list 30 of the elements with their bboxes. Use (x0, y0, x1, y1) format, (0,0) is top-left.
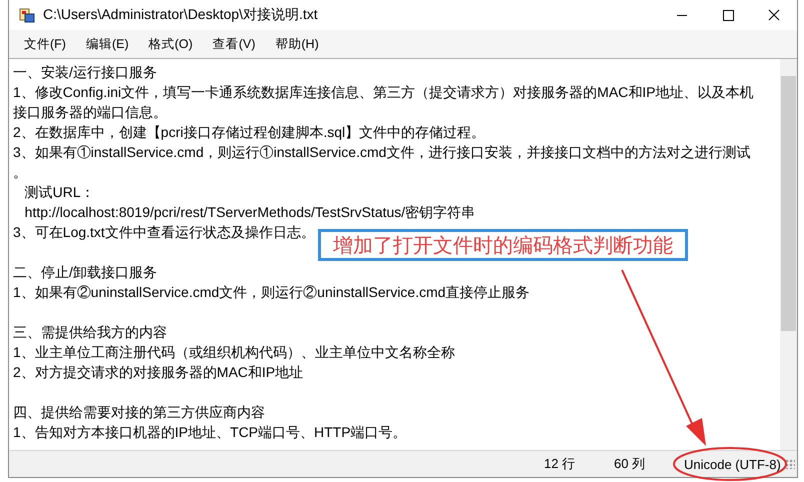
text-line: 1、业主单位工商注册代码（或组织机构代码）、业主单位中文名称全称 (13, 343, 456, 362)
column-number: 60 列 (614, 455, 646, 473)
menu-item[interactable]: 查看(V) (204, 34, 264, 54)
text-line: 2、在数据库中，创建【pcri接口存储过程创建脚本.sql】文件中的存储过程。 (13, 123, 486, 142)
text-line: 1、如果有②uninstallService.cmd文件，则运行②uninstallService.cmd直接停止服务 (13, 283, 531, 302)
menu-item[interactable]: 编辑(E) (76, 34, 138, 54)
annotation-callout: 增加了打开文件时的编码格式判断功能 (318, 229, 688, 261)
menu-item[interactable]: 文件(F) (15, 34, 75, 54)
text-line: 接口服务器的端口信息。 (13, 103, 168, 122)
text-line: 1、修改Config.ini文件，填写一卡通系统数据库连接信息、第三方（提交请求方）对接服务器的MAC和IP地址、以及本机 (13, 83, 754, 102)
text-line: 三、需提供给我方的内容 (13, 323, 168, 342)
scrollbar-thumb[interactable] (781, 76, 796, 331)
resize-grip[interactable] (785, 459, 795, 469)
text-line: 测试URL： (24, 183, 96, 202)
text-line: http://localhost:8019/pcri/rest/TServerMethods/TestSrvStatus/密钥字符串 (24, 203, 476, 222)
menu-item[interactable]: 格式(O) (140, 34, 202, 54)
notepad-icon (19, 7, 35, 23)
text-line: 3、如果有①installService.cmd，则运行①installService.cmd文件，进行接口安装，并接接口文档中的方法对之进行测试 (13, 143, 752, 162)
text-line: 二、停止/卸载接口服务 (13, 263, 158, 282)
text-line: 四、提供给需要对接的第三方供应商内容 (13, 403, 266, 422)
text-line: 3、可在Log.txt文件中查看运行状态及操作日志。 (13, 223, 316, 242)
scrollbar[interactable] (780, 59, 797, 450)
window-title: C:\Users\Administrator\Desktop\对接说明.txt (43, 6, 319, 24)
text-line: 2、对方提交请求的对接服务器的MAC和IP地址 (13, 363, 304, 382)
encoding-label: Unicode (UTF-8) (684, 456, 781, 472)
text-line: 。 (13, 163, 28, 182)
line-number: 12 行 (544, 455, 576, 473)
menu-item[interactable]: 帮助(H) (266, 34, 328, 54)
text-line: 一、安装/运行接口服务 (13, 63, 158, 82)
text-line: 1、告知对方本接口机器的IP地址、TCP端口号、HTTP端口号。 (13, 423, 408, 442)
